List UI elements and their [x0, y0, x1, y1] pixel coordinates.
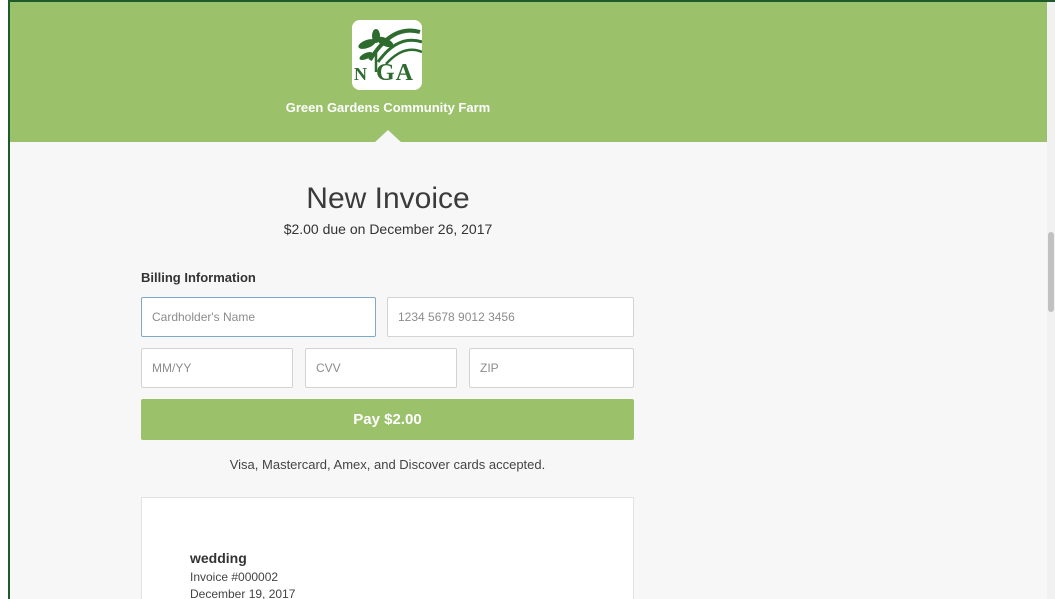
invoice-name: wedding: [190, 550, 247, 566]
farm-logo: N GA: [352, 20, 422, 90]
organization-name: Green Gardens Community Farm: [285, 100, 491, 115]
page-scrollbar[interactable]: [1047, 2, 1055, 599]
cvv-input[interactable]: [305, 348, 457, 388]
expiry-date-input[interactable]: [141, 348, 293, 388]
invoice-page: N GA Green Gardens Community Farm New In…: [10, 2, 1047, 599]
zip-input[interactable]: [469, 348, 634, 388]
logo-text: GA: [376, 60, 414, 86]
amount-due-text: $2.00 due on December 26, 2017: [283, 221, 493, 237]
pay-button[interactable]: Pay $2.00: [141, 399, 634, 440]
cardholder-name-input[interactable]: [141, 297, 376, 337]
page-title: New Invoice: [306, 182, 470, 215]
logo-left-letter: N: [354, 64, 367, 84]
banner-pointer: [374, 130, 402, 143]
card-number-input[interactable]: [387, 297, 634, 337]
invoice-number: Invoice #000002: [190, 570, 279, 584]
invoice-details-card: wedding Invoice #000002 December 19, 201…: [141, 497, 634, 599]
scrollbar-thumb[interactable]: [1048, 232, 1054, 312]
billing-section-label: Billing Information: [141, 270, 256, 285]
header-banner: N GA Green Gardens Community Farm: [10, 2, 1047, 143]
accepted-cards-text: Visa, Mastercard, Amex, and Discover car…: [229, 457, 546, 472]
invoice-date: December 19, 2017: [190, 587, 296, 599]
